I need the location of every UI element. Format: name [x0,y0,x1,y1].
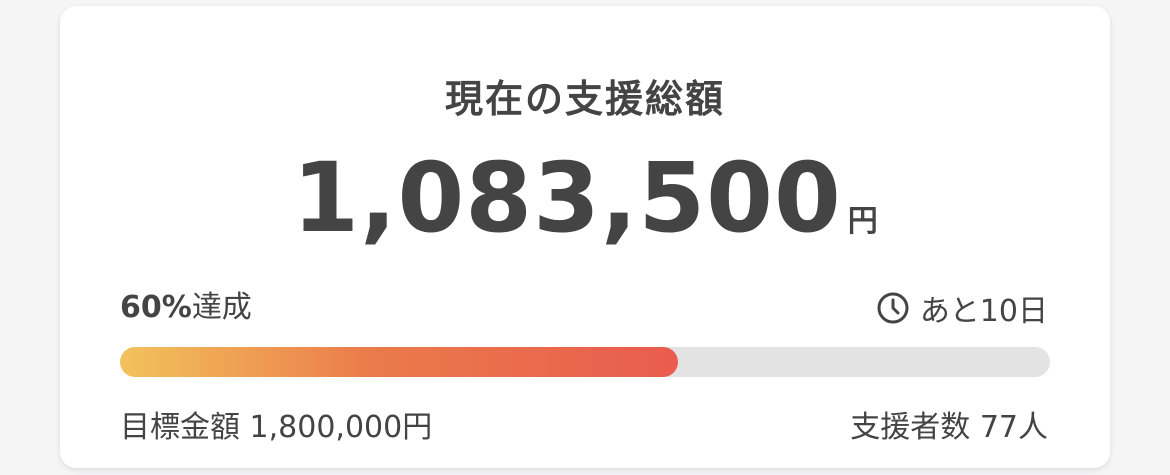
currency-unit: 円 [847,204,878,239]
total-amount: 1,083,500 [292,142,842,254]
goal-label: 目標金額 [120,410,240,445]
total-amount-row: 1,083,500 円 [60,142,1110,254]
remaining-days-label: あと10日 [919,294,1048,329]
funding-summary-card: 現在の支援総額 1,083,500 円 60%達成 あと10日 目標金額 1,80… [60,6,1110,468]
achievement-rate: 60%達成 [120,282,252,326]
goal-amount: 1,800,000円 [249,410,433,445]
progress-bar-fill [120,347,678,377]
goal-amount-row: 目標金額 1,800,000円 [120,402,432,446]
supporters-label: 支援者数 [850,410,971,445]
progress-bar [120,347,1050,377]
achievement-percent: 60% [120,290,192,325]
supporters-count: 77人 [979,410,1048,445]
funding-title: 現在の支援総額 [444,77,725,121]
clock-icon [876,291,910,325]
remaining-days: あと10日 [876,286,1048,330]
supporters-row: 支援者数 77人 [850,402,1048,446]
achievement-suffix: 達成 [191,290,252,325]
